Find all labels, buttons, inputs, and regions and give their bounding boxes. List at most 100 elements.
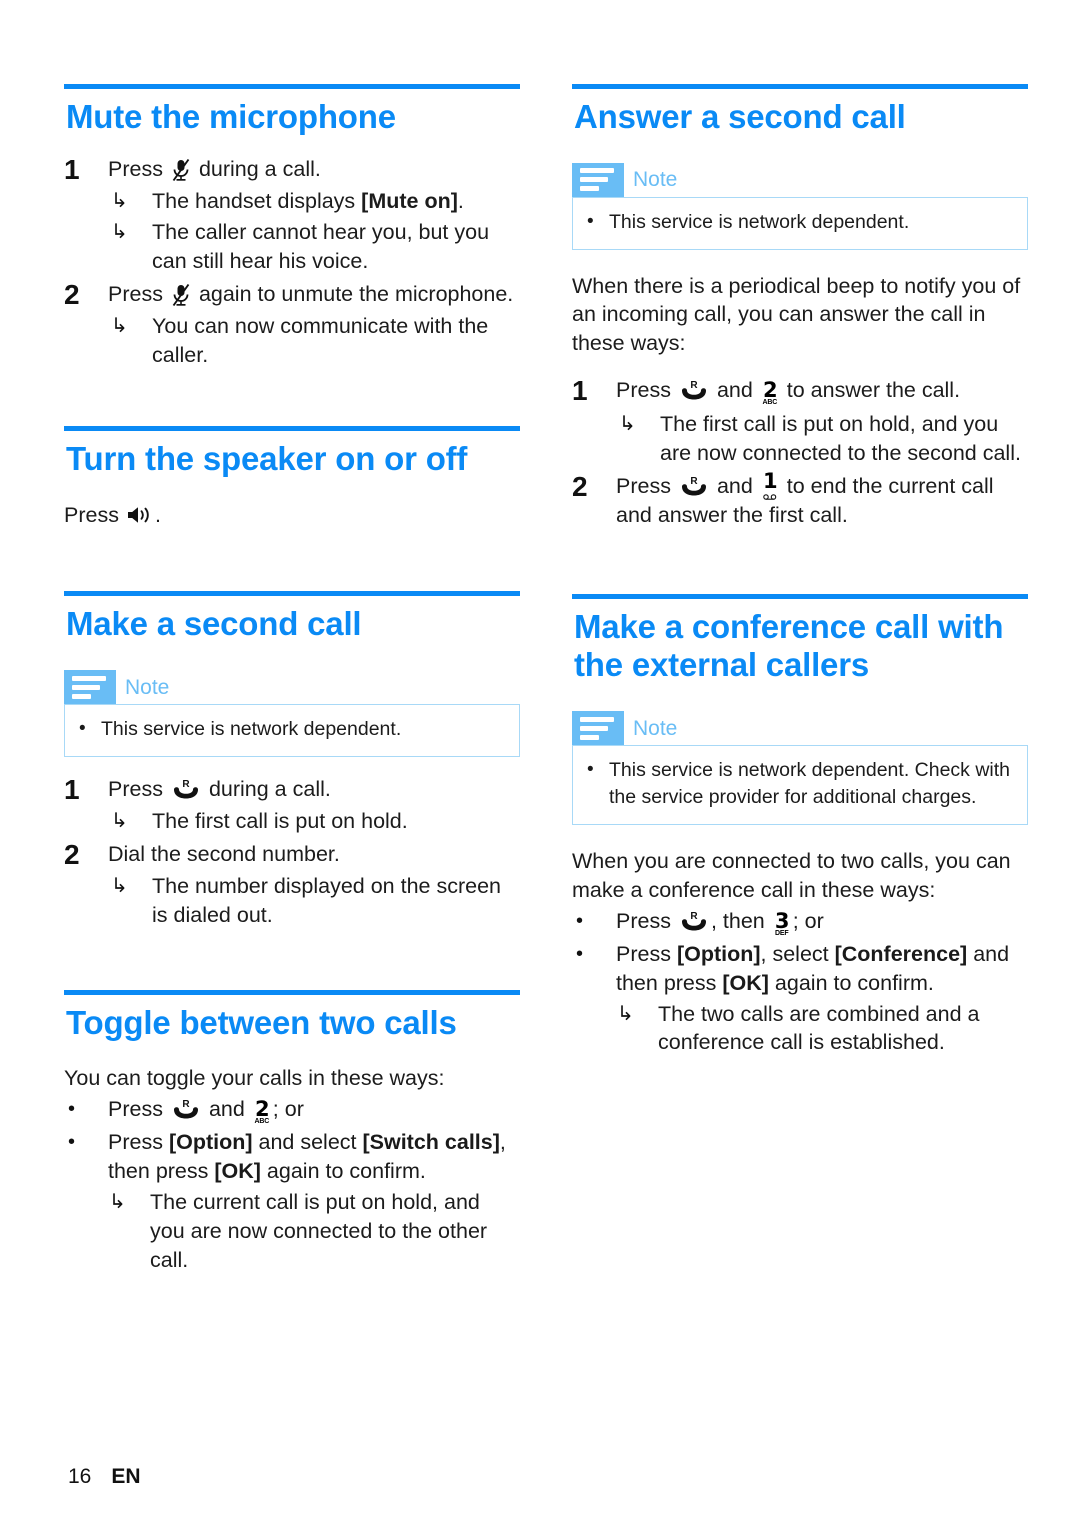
step-text-before: Press [616,378,671,403]
bullet-item: • Press [Option] and select [Switch call… [64,1128,520,1275]
answer-second-intro: When there is a periodical beep to notif… [572,273,1021,356]
result-arrow-icon: ↳ [111,221,128,244]
note-lines-icon [64,670,116,705]
result-arrow-icon: ↳ [109,1190,126,1213]
result-arrow-icon: ↳ [111,874,128,897]
page-title-mute: Mute the microphone [66,98,396,135]
result-bold: [Mute on] [361,188,458,213]
bullet-post: again to confirm. [260,1158,426,1183]
svg-text:R: R [690,911,698,922]
toggle-intro: You can toggle your calls in these ways: [64,1066,445,1091]
bullet-mid1: , select [760,941,835,966]
svg-text:R: R [690,380,698,391]
step-text-after: during a call. [198,156,321,181]
bullet-text: Press R , then 3 DEF ; or [616,907,1028,938]
result-line: ↳ The caller cannot hear you, but you ca… [108,218,520,276]
note-label: Note [125,675,170,699]
recall-r-icon: R [679,910,709,932]
step-number: 1 [572,375,588,407]
section-conference-call: Make a conference call with the external… [572,593,1028,1058]
step-item: 1 Press R and 2 ABC to answer the call. … [572,376,1028,468]
step-text: Press again to unmute the microphone. [108,280,520,309]
bullet-text: Press [Option] and select [Switch calls]… [108,1128,520,1275]
step-text-after: to answer the call. [786,378,961,403]
note-body: • This service is network dependent. [64,704,520,757]
note-box-conference: Note • This service is network dependent… [572,711,1028,825]
page-title-speaker: Turn the speaker on or off [66,439,468,477]
svg-text:R: R [182,779,190,790]
ui-label-ok: [OK] [214,1158,261,1183]
bullet-item: • Press [Option], select [Conference] an… [572,940,1028,1058]
ui-label-conference: [Conference] [834,941,968,966]
speaker-icon [126,504,154,526]
result-line: ↳ The number displayed on the screen is … [108,872,520,930]
result-arrow-icon: ↳ [111,315,128,338]
bullet-post: ; or [272,1097,304,1122]
result-text: The caller cannot hear you, but you can … [152,220,490,274]
note-tab: Note [572,711,1028,746]
heading-rule [572,84,1028,89]
key-digit: 2 [254,1097,270,1122]
key-2-abc-icon: 2 ABC [760,378,780,407]
result-line: ↳ The handset displays [Mute on]. [108,187,520,216]
bullet-mid: and [208,1097,245,1122]
bullet-item: • Press R , then 3 DEF ; or [572,907,1028,938]
step-text-after: again to unmute the microphone. [198,282,514,307]
result-line: ↳ The first call is put on hold, and you… [616,410,1028,468]
key-digit: 3 [774,908,790,933]
toggle-bullets: • Press R and 2 ABC ; or • Press [Option… [64,1095,520,1275]
result-arrow-icon: ↳ [111,809,128,832]
result-pre: The handset displays [152,188,362,213]
result-text: The number displayed on the screen is di… [152,873,501,927]
page-title-toggle: Toggle between two calls [66,1003,457,1041]
result-line: ↳ The current call is put on hold, and y… [106,1188,520,1275]
section-answer-second-call: Answer a second call Note • This service… [572,84,1028,530]
heading-rule [64,425,520,431]
page-title-conference-call: Make a conference call with the external… [574,607,1004,684]
conference-bullets: • Press R , then 3 DEF ; or • Press [Opt… [572,907,1028,1058]
note-item: • This service is network dependent. [587,209,1013,236]
step-text-before: Press [108,776,163,801]
bullet-post: ; or [792,908,824,933]
step-text-before: Press [108,156,163,181]
heading-rule [64,84,520,89]
key-sublabel: DEF [775,929,789,937]
result-post: . [457,188,464,213]
step-number: 1 [64,153,80,185]
key-2-abc-icon: 2 ABC [252,1097,272,1126]
heading-rule [572,593,1028,599]
page-number: 16 [68,1465,92,1488]
language-code: EN [111,1465,141,1488]
step-body: Press R and 1 to end the current call an… [616,469,1028,530]
bullet-text: Press [Option], select [Conference] and … [616,940,1028,1058]
ui-label-ok: [OK] [722,970,769,995]
steps-mute: 1 Press during a call. ↳ The handset dis… [64,153,520,370]
note-item: • This service is network dependent. [79,716,505,743]
step-text-before: Press [108,282,163,307]
key-digit: 1 [762,469,778,494]
key-digit: 2 [762,378,778,403]
note-box-answer-second-call: Note • This service is network dependent… [572,162,1028,250]
step-text: Press R and 1 to end the current call an… [616,469,1028,530]
note-label: Note [633,168,678,192]
step-number: 1 [64,773,80,805]
press-label: Press [64,502,119,527]
step-number: 2 [64,838,80,870]
note-text: This service is network dependent. [609,210,910,233]
bullet-post: again to confirm. [768,970,934,995]
key-3-def-icon: 3 DEF [772,908,792,938]
step-mid: and [716,474,753,499]
note-tab: Note [572,162,1028,197]
step-text: Press R during a call. [108,775,520,804]
step-text-after: to end the current call and answer the f… [616,474,994,527]
section-toggle-two-calls: Toggle between two calls You can toggle … [64,989,520,1275]
section-turn-speaker: Turn the speaker on or off Press . [64,425,520,530]
bullet-text: Press R and 2 ABC ; or [108,1095,520,1126]
conference-intro: When you are connected to two calls, you… [572,848,1011,902]
result-line: ↳ You can now communicate with the calle… [108,312,520,370]
speaker-trailing: . [154,502,161,527]
bullet-mid: , then [710,908,765,933]
note-body: • This service is network dependent. Che… [572,745,1028,825]
page-title-answer-second-call: Answer a second call [574,98,906,135]
left-column: Mute the microphone 1 Press during a cal… [64,84,520,1275]
